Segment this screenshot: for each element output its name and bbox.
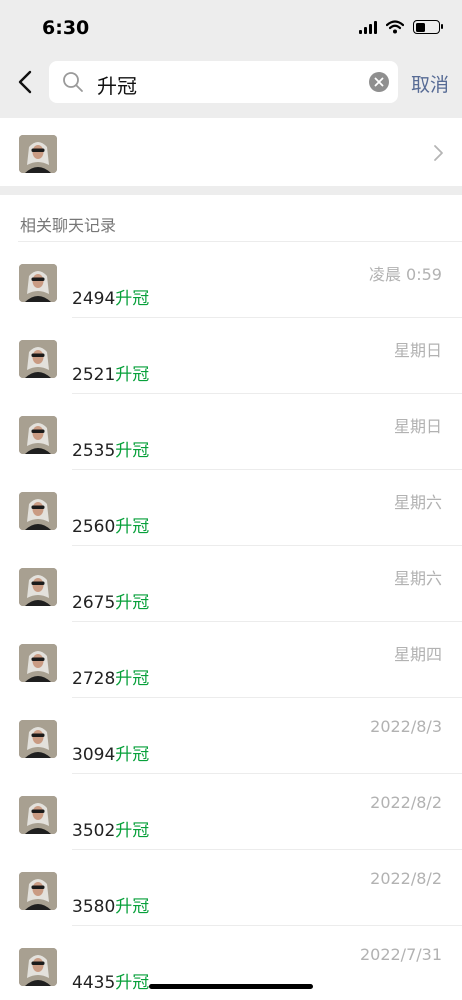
avatar bbox=[19, 644, 57, 682]
result-number: 3502 bbox=[72, 821, 116, 841]
result-number: 2494 bbox=[72, 289, 116, 309]
battery-icon bbox=[413, 20, 443, 34]
result-snippet: 3094升冠 bbox=[72, 740, 149, 765]
result-number: 3094 bbox=[72, 745, 116, 765]
list-item[interactable]: 星期六 2675升冠 bbox=[0, 546, 462, 622]
search-bar: 升冠 取消 bbox=[0, 50, 462, 118]
result-time: 星期日 bbox=[393, 341, 442, 360]
list-item[interactable]: 星期日 2521升冠 bbox=[0, 318, 462, 394]
section-gap bbox=[0, 186, 462, 195]
home-indicator[interactable] bbox=[149, 984, 313, 989]
result-snippet: 4435升冠 bbox=[72, 968, 149, 993]
avatar bbox=[19, 720, 57, 758]
result-time: 星期六 bbox=[393, 569, 442, 588]
result-number: 2535 bbox=[72, 441, 116, 461]
chat-results-list: 凌晨 0:59 2494升冠 星期日 2521升冠 星期日 2535升冠 星期六 2560升冠… bbox=[0, 242, 462, 1000]
result-keyword: 升冠 bbox=[115, 593, 150, 613]
result-time: 星期六 bbox=[393, 493, 442, 512]
result-number: 2560 bbox=[72, 517, 116, 537]
search-input[interactable]: 升冠 bbox=[49, 61, 398, 103]
result-snippet: 2521升冠 bbox=[72, 360, 149, 385]
result-snippet: 2535升冠 bbox=[72, 436, 149, 461]
search-query[interactable]: 升冠 bbox=[97, 70, 137, 99]
result-keyword: 升冠 bbox=[115, 745, 150, 765]
list-item[interactable]: 2022/8/3 3094升冠 bbox=[0, 698, 462, 774]
result-keyword: 升冠 bbox=[115, 365, 150, 385]
section-title: 相关聊天记录 bbox=[20, 216, 117, 235]
signal-icon bbox=[359, 20, 377, 34]
avatar bbox=[19, 568, 57, 606]
cancel-button[interactable]: 取消 bbox=[411, 70, 449, 97]
result-number: 3580 bbox=[72, 897, 116, 917]
result-number: 2728 bbox=[72, 669, 116, 689]
avatar bbox=[19, 796, 57, 834]
chevron-right-icon bbox=[434, 145, 443, 161]
clear-icon[interactable] bbox=[369, 72, 389, 92]
result-keyword: 升冠 bbox=[115, 289, 150, 309]
result-snippet: 3580升冠 bbox=[72, 892, 149, 917]
result-keyword: 升冠 bbox=[115, 973, 150, 993]
list-item[interactable]: 凌晨 0:59 2494升冠 bbox=[0, 242, 462, 318]
result-time: 2022/7/31 bbox=[359, 945, 442, 964]
result-time: 星期四 bbox=[393, 645, 442, 664]
wifi-icon bbox=[386, 20, 404, 34]
contact-result[interactable] bbox=[0, 118, 462, 188]
result-time: 2022/8/3 bbox=[370, 717, 442, 736]
result-time: 2022/8/2 bbox=[370, 869, 442, 888]
list-item[interactable]: 星期日 2535升冠 bbox=[0, 394, 462, 470]
list-item[interactable]: 星期四 2728升冠 bbox=[0, 622, 462, 698]
list-item[interactable]: 2022/8/2 3502升冠 bbox=[0, 774, 462, 850]
avatar bbox=[19, 948, 57, 986]
result-keyword: 升冠 bbox=[115, 517, 150, 537]
result-keyword: 升冠 bbox=[115, 669, 150, 689]
status-bar: 6:30 bbox=[0, 0, 462, 50]
back-icon[interactable] bbox=[14, 68, 38, 96]
avatar bbox=[19, 872, 57, 910]
result-number: 4435 bbox=[72, 973, 116, 993]
result-time: 2022/8/2 bbox=[370, 793, 442, 812]
result-snippet: 2494升冠 bbox=[72, 284, 149, 309]
result-keyword: 升冠 bbox=[115, 821, 150, 841]
result-time: 星期日 bbox=[393, 417, 442, 436]
status-time: 6:30 bbox=[42, 17, 90, 39]
status-icons bbox=[359, 20, 443, 34]
result-snippet: 2560升冠 bbox=[72, 512, 149, 537]
avatar bbox=[19, 135, 57, 173]
result-number: 2521 bbox=[72, 365, 116, 385]
avatar bbox=[19, 340, 57, 378]
avatar bbox=[19, 264, 57, 302]
search-icon bbox=[63, 72, 83, 92]
result-keyword: 升冠 bbox=[115, 897, 150, 917]
avatar bbox=[19, 416, 57, 454]
list-item[interactable]: 2022/8/2 3580升冠 bbox=[0, 850, 462, 926]
result-number: 2675 bbox=[72, 593, 116, 613]
result-snippet: 3502升冠 bbox=[72, 816, 149, 841]
result-snippet: 2675升冠 bbox=[72, 588, 149, 613]
result-snippet: 2728升冠 bbox=[72, 664, 149, 689]
result-keyword: 升冠 bbox=[115, 441, 150, 461]
list-item[interactable]: 星期六 2560升冠 bbox=[0, 470, 462, 546]
avatar bbox=[19, 492, 57, 530]
result-time: 凌晨 0:59 bbox=[368, 265, 442, 284]
